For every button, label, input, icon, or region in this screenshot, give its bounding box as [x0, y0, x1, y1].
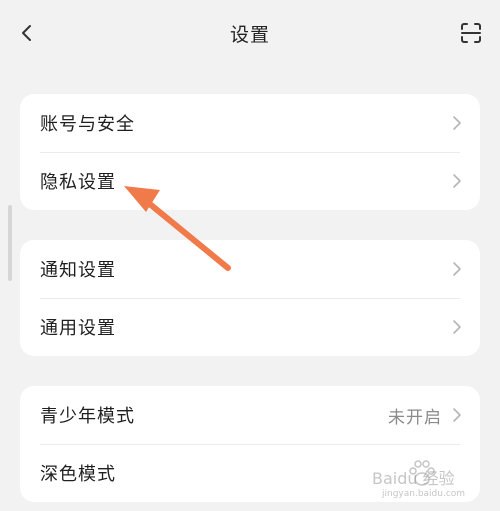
row-account-security[interactable]: 账号与安全	[20, 94, 480, 152]
settings-group-general: 通知设置 通用设置	[20, 240, 480, 356]
chevron-right-icon	[452, 407, 462, 423]
row-notification-settings[interactable]: 通知设置	[20, 240, 480, 298]
row-label: 通知设置	[40, 260, 116, 281]
row-teen-mode[interactable]: 青少年模式 未开启	[20, 386, 480, 444]
row-label: 隐私设置	[40, 172, 116, 193]
row-label: 账号与安全	[40, 114, 135, 135]
row-label: 青少年模式	[40, 406, 135, 427]
baidu-watermark: Baidu 经验 jingyan.baidu.com	[372, 457, 492, 505]
row-general-settings[interactable]: 通用设置	[20, 298, 480, 356]
row-privacy-settings[interactable]: 隐私设置	[20, 152, 480, 210]
chevron-right-icon	[452, 115, 462, 131]
page-title: 设置	[229, 24, 270, 46]
watermark-url: jingyan.baidu.com	[382, 489, 466, 499]
scan-icon	[461, 23, 481, 43]
row-label: 通用设置	[40, 318, 116, 339]
watermark-brand: Baidu 经验	[372, 469, 455, 488]
chevron-right-icon	[452, 173, 462, 189]
settings-page: 设置 账号与安全 隐私设置 通知设置 通用设置 青少年模式 未开启 深色模式 B…	[0, 0, 500, 511]
scan-button[interactable]	[458, 20, 484, 46]
settings-group-account: 账号与安全 隐私设置	[20, 94, 480, 210]
chevron-right-icon	[452, 319, 462, 335]
chevron-right-icon	[452, 261, 462, 277]
teen-mode-status: 未开启	[388, 407, 442, 428]
scroll-indicator	[8, 205, 12, 281]
top-nav-bar: 设置	[0, 0, 500, 68]
